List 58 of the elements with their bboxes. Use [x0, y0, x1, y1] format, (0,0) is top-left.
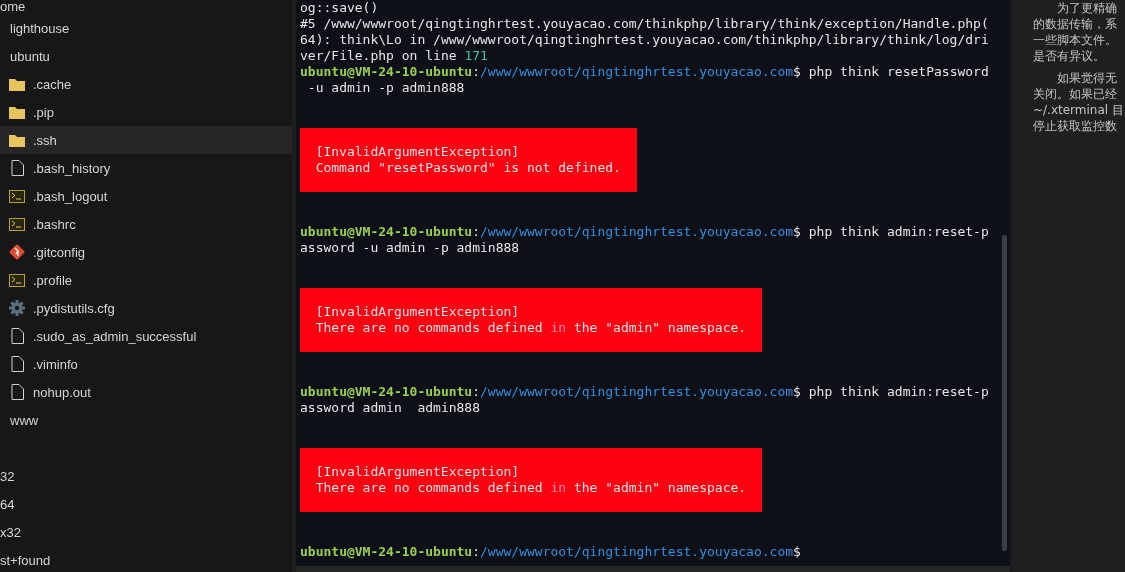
terminal-line: There are no commands defined in the "admin" namespace. — [315, 320, 747, 336]
file-icon — [10, 384, 24, 400]
tree-item[interactable]: .viminfo — [0, 350, 292, 378]
terminal-icon — [9, 217, 25, 231]
note-text: 如果觉得无 — [1056, 70, 1118, 86]
note-text: 一些脚本文件。 — [1033, 32, 1118, 48]
note-text: 的数据传输，系 — [1033, 16, 1118, 32]
tree-item[interactable]: nohup.out — [0, 378, 292, 406]
tree-item[interactable]: x32 — [0, 518, 292, 546]
tree-item[interactable]: .cache — [0, 70, 292, 98]
terminal-icon — [9, 189, 25, 203]
terminal-line: -u admin -p admin888 — [306, 80, 466, 96]
terminal-line: #5 /www/wwwroot/qingtinghrtest.youyacao.com/thinkphp/library/think/exception/Handle.php( — [300, 16, 990, 32]
terminal-line: [InvalidArgumentException] — [315, 464, 521, 480]
terminal-icon — [9, 273, 25, 287]
note-text: ~/.xterminal 目 — [1033, 102, 1125, 118]
tree-item[interactable]: st+found — [0, 546, 292, 572]
folder-icon — [9, 133, 25, 147]
note-text: 为了更精确 — [1056, 0, 1118, 16]
terminal-line: 64): think\Lo in /www/wwwroot/qingtinghrtest.youyacao.com/thinkphp/library/think/log/dri — [300, 32, 990, 48]
terminal-line: ubuntu@VM-24-10-ubuntu:/www/wwwroot/qingtinghrtest.youyacao.com$ — [300, 544, 802, 560]
file-icon — [10, 328, 24, 344]
terminal-line: assword admin admin888 — [300, 400, 481, 416]
tree-item[interactable]: .ssh — [0, 126, 292, 154]
tree-item[interactable]: .profile — [0, 266, 292, 294]
terminal-line: og::save() — [300, 0, 380, 16]
terminal-line: [InvalidArgumentException] — [315, 144, 521, 160]
tree-item[interactable]: 32 — [0, 462, 292, 490]
note-text: 关闭。如果已经 — [1033, 86, 1118, 102]
terminal-line: ubuntu@VM-24-10-ubuntu:/www/wwwroot/qingtinghrtest.youyacao.com$ php think admin:reset-p — [300, 384, 990, 400]
tree-item[interactable]: .bash_history — [0, 154, 292, 182]
tree-item[interactable]: .bashrc — [0, 210, 292, 238]
terminal-line: There are no commands defined in the "admin" namespace. — [315, 480, 747, 496]
tree-item[interactable]: ubuntu — [0, 42, 292, 70]
file-icon — [10, 160, 24, 176]
terminal-line: assword -u admin -p admin888 — [300, 240, 521, 256]
file-icon — [10, 356, 24, 372]
tree-item[interactable]: ome — [0, 0, 292, 14]
terminal-line: ver/File.php on line 171 — [300, 48, 489, 64]
git-icon — [9, 244, 25, 260]
note-text: 停止获取监控数 — [1033, 118, 1118, 134]
tree-item[interactable]: lighthouse — [0, 14, 292, 42]
tree-item[interactable]: .gitconfig — [0, 238, 292, 266]
terminal-line: ubuntu@VM-24-10-ubuntu:/www/wwwroot/qingtinghrtest.youyacao.com$ php think resetPassword — [300, 64, 990, 80]
note-text: 是否有异议。 — [1033, 48, 1106, 64]
tree-item[interactable]: .pip — [0, 98, 292, 126]
tree-item[interactable]: .pydistutils.cfg — [0, 294, 292, 322]
tree-item[interactable]: .bash_logout — [0, 182, 292, 210]
terminal-line: ubuntu@VM-24-10-ubuntu:/www/wwwroot/qingtinghrtest.youyacao.com$ php think admin:reset-p — [300, 224, 990, 240]
gear-icon — [9, 300, 25, 316]
tree-item[interactable]: .sudo_as_admin_successful — [0, 322, 292, 350]
terminal-line: [InvalidArgumentException] — [315, 304, 521, 320]
folder-icon — [9, 77, 25, 91]
folder-icon — [9, 105, 25, 119]
terminal-line: Command "resetPassword" is not defined. — [315, 160, 621, 176]
scrollbar[interactable] — [1002, 235, 1007, 551]
tree-item[interactable]: www — [0, 406, 292, 434]
tree-item[interactable]: 64 — [0, 490, 292, 518]
